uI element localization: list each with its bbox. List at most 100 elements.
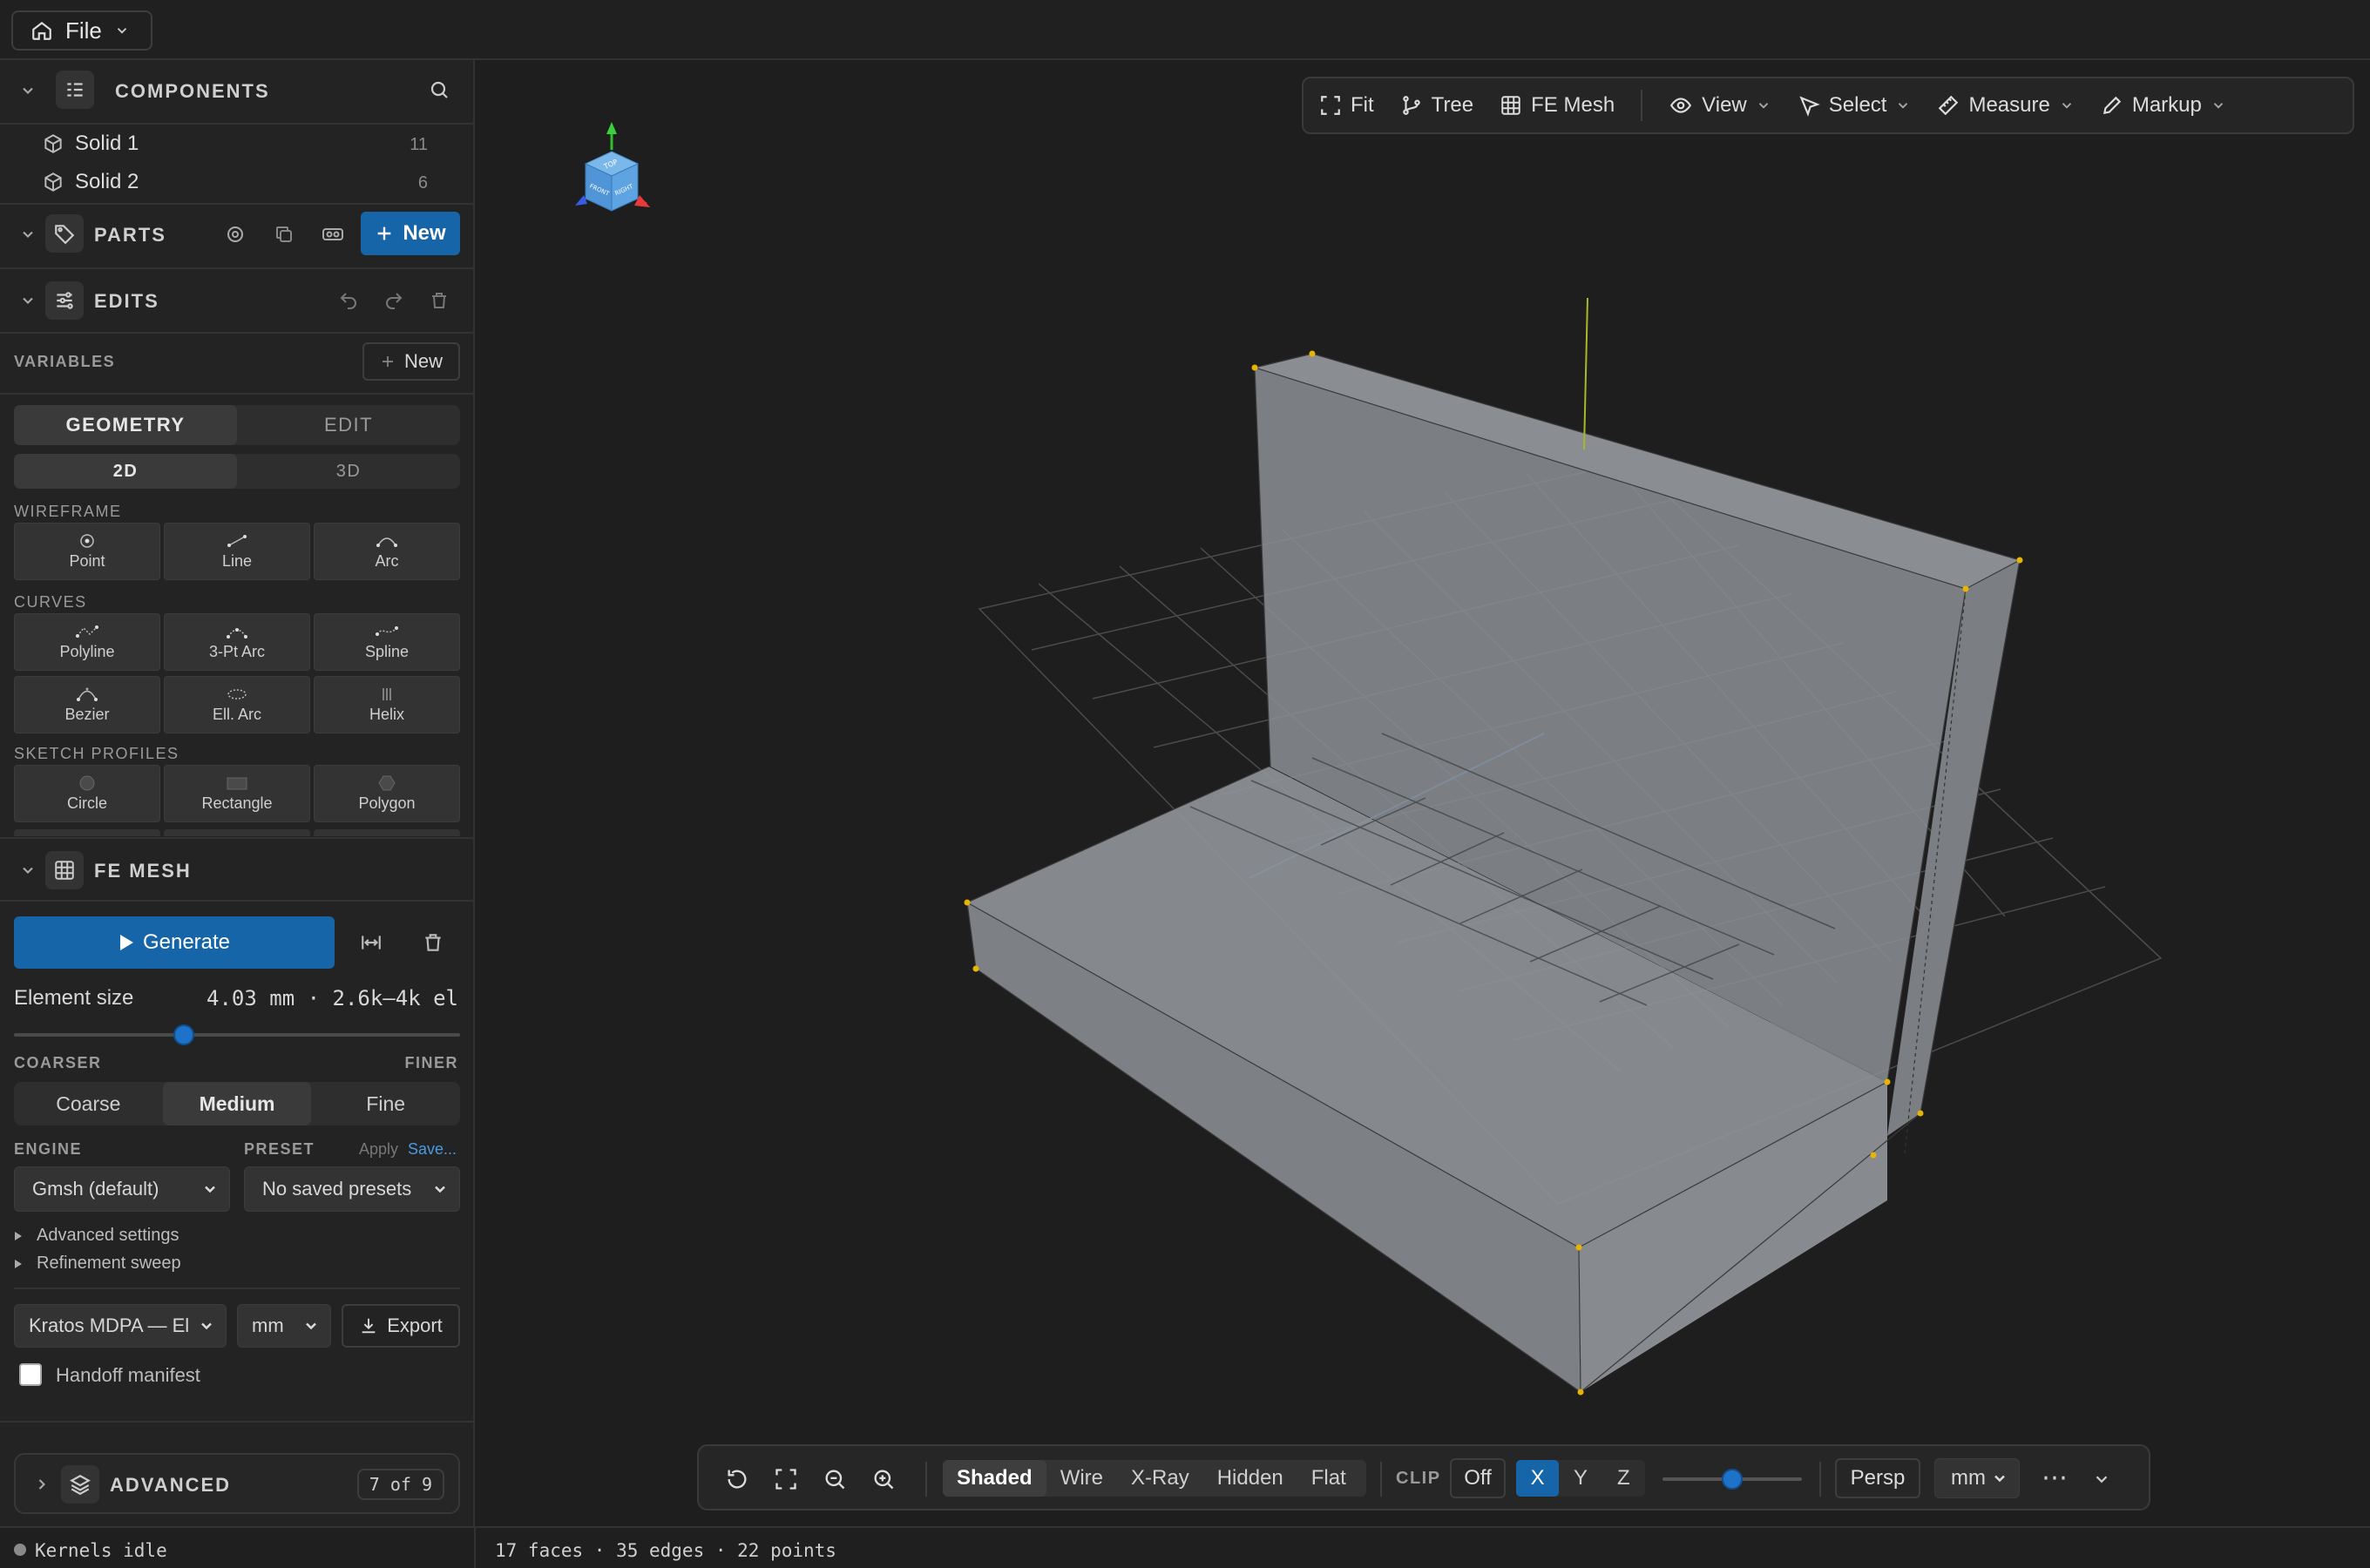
export-button[interactable]: Export <box>342 1304 460 1348</box>
chevron-down-icon[interactable] <box>19 292 37 309</box>
handoff-checkbox[interactable] <box>19 1363 42 1386</box>
fit-width-icon[interactable] <box>356 927 387 958</box>
plus-icon <box>377 226 391 240</box>
file-menu-label: File <box>65 17 102 44</box>
mode-tabs: GEOMETRY EDIT <box>14 405 460 445</box>
link-icon[interactable] <box>317 219 349 250</box>
tool-rectangle[interactable]: Rectangle <box>164 765 310 822</box>
axis-y[interactable]: Y <box>1559 1460 1601 1497</box>
projection-button[interactable]: Persp <box>1835 1458 1920 1498</box>
tree-button[interactable]: Tree <box>1400 93 1473 118</box>
measure-menu[interactable]: Measure <box>1937 93 2074 118</box>
trash-icon[interactable] <box>423 285 455 316</box>
arc-icon <box>376 537 397 547</box>
clip-off-button[interactable]: Off <box>1450 1458 1506 1498</box>
git-branch-icon <box>1402 96 1420 115</box>
redo-icon[interactable] <box>378 285 410 316</box>
tool-line[interactable]: Line <box>164 523 310 580</box>
tab-edit[interactable]: EDIT <box>237 405 460 445</box>
3d-viewport[interactable]: TOP FRONT RIGHT Fit Tree FE Mesh View Se… <box>476 61 2370 1526</box>
mode-shaded[interactable]: Shaded <box>943 1460 1046 1497</box>
model-stats: 17 faces · 35 edges · 22 points <box>495 1540 836 1561</box>
sidebar: COMPONENTS Solid 1 11 Solid 2 6 PARTS Ne… <box>0 60 475 1526</box>
zoom-out-icon[interactable] <box>819 1463 850 1495</box>
unit-select[interactable]: mm <box>1934 1458 2020 1498</box>
render-toolbar: Shaded Wire X-Ray Hidden Flat CLIP Off X… <box>697 1444 2150 1511</box>
chevron-down-icon[interactable] <box>2086 1463 2117 1495</box>
fit-button[interactable]: Fit <box>1319 93 1374 118</box>
tab-2d[interactable]: 2D <box>14 454 237 489</box>
tool-3pt-arc[interactable]: 3-Pt Arc <box>164 613 310 671</box>
tool-spline[interactable]: Spline <box>314 613 460 671</box>
tool-ellipse-arc[interactable]: Ell. Arc <box>164 676 310 733</box>
axis-x[interactable]: X <box>1516 1460 1560 1497</box>
element-size-slider-track[interactable] <box>14 1033 460 1037</box>
tool-circle[interactable]: Circle <box>14 765 160 822</box>
more-tools-peek <box>14 829 460 836</box>
tool-polyline[interactable]: Polyline <box>14 613 160 671</box>
refinement-sweep-toggle[interactable]: Refinement sweep <box>14 1254 181 1274</box>
component-label: Solid 1 <box>75 132 139 155</box>
new-variable-button[interactable]: New <box>362 342 460 381</box>
engine-select[interactable]: Gmsh (default) <box>14 1166 230 1212</box>
preset-save-link[interactable]: Save... <box>408 1140 457 1159</box>
tool-polygon[interactable]: Polygon <box>314 765 460 822</box>
mode-wire[interactable]: Wire <box>1046 1460 1117 1497</box>
chevron-down-icon[interactable] <box>19 82 37 99</box>
reset-view-icon[interactable] <box>721 1463 753 1495</box>
tool-point[interactable]: Point <box>14 523 160 580</box>
dimension-tabs: 2D 3D <box>14 454 460 489</box>
chevron-down-icon[interactable] <box>19 862 37 879</box>
preset-apply-link[interactable]: Apply <box>359 1140 398 1159</box>
density-medium[interactable]: Medium <box>162 1082 312 1125</box>
file-menu-button[interactable]: File <box>11 10 152 51</box>
target-icon[interactable] <box>220 219 251 250</box>
preset-value: No saved presets <box>262 1178 412 1200</box>
chevron-down-icon <box>117 28 127 34</box>
model-canvas[interactable]: TOP FRONT RIGHT <box>476 61 2370 1526</box>
element-size-slider-handle[interactable] <box>173 1024 194 1045</box>
tool-helix[interactable]: Helix <box>314 676 460 733</box>
component-item-solid-2[interactable]: Solid 2 <box>42 170 139 194</box>
component-item-solid-1[interactable]: Solid 1 <box>42 132 139 156</box>
trash-icon[interactable] <box>417 927 449 958</box>
mode-xray[interactable]: X-Ray <box>1117 1460 1203 1497</box>
copy-icon[interactable] <box>268 219 300 250</box>
undo-icon[interactable] <box>333 285 364 316</box>
mode-flat[interactable]: Flat <box>1297 1460 1360 1497</box>
fullscreen-icon[interactable] <box>770 1463 802 1495</box>
zoom-in-icon[interactable] <box>868 1463 899 1495</box>
tab-geometry[interactable]: GEOMETRY <box>14 405 237 445</box>
tool-label: Ell. Arc <box>212 705 261 723</box>
tab-3d[interactable]: 3D <box>237 454 460 489</box>
view-cube[interactable]: TOP FRONT RIGHT <box>575 122 650 212</box>
density-fine[interactable]: Fine <box>311 1082 460 1125</box>
chevron-down-icon <box>1994 1475 2005 1483</box>
generate-label: Generate <box>142 930 231 954</box>
clip-slider-handle[interactable] <box>1722 1469 1743 1490</box>
tool-label: Spline <box>364 642 410 660</box>
select-menu[interactable]: Select <box>1798 93 1912 118</box>
mode-hidden[interactable]: Hidden <box>1203 1460 1297 1497</box>
preset-select[interactable]: No saved presets <box>244 1166 460 1212</box>
axis-z[interactable]: Z <box>1602 1460 1645 1497</box>
search-icon[interactable] <box>423 74 455 105</box>
advanced-title: ADVANCED <box>110 1474 232 1496</box>
density-coarse[interactable]: Coarse <box>14 1082 163 1125</box>
new-part-button[interactable]: New <box>361 212 460 255</box>
tool-label: 3-Pt Arc <box>208 642 266 660</box>
advanced-section[interactable]: ADVANCED 7 of 9 <box>14 1453 460 1514</box>
tool-label: Arc <box>375 551 399 570</box>
view-menu[interactable]: View <box>1669 93 1771 118</box>
chevron-down-icon[interactable] <box>19 226 37 243</box>
tool-bezier[interactable]: Bezier <box>14 676 160 733</box>
unit-value: mm <box>1951 1466 1986 1490</box>
fe-mesh-button[interactable]: FE Mesh <box>1500 93 1615 118</box>
markup-menu[interactable]: Markup <box>2101 93 2226 118</box>
export-format-select[interactable]: Kratos MDPA — El <box>14 1304 227 1348</box>
export-unit-select[interactable]: mm <box>237 1304 331 1348</box>
tool-arc[interactable]: Arc <box>314 523 460 580</box>
more-options-icon[interactable]: ⋯ <box>2035 1460 2074 1495</box>
advanced-settings-toggle[interactable]: Advanced settings <box>14 1226 179 1246</box>
generate-button[interactable]: Generate <box>14 916 335 969</box>
